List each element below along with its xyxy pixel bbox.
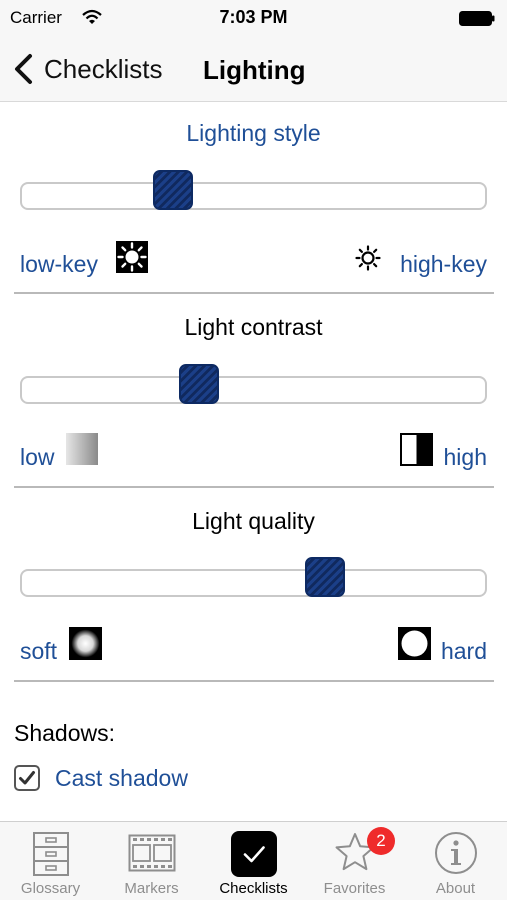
- tab-markers-label: Markers: [124, 880, 179, 897]
- lighting-style-slider-thumb[interactable]: [153, 170, 194, 210]
- lighting-style-low-label: low-key: [20, 251, 98, 277]
- tab-about-label: About: [435, 880, 476, 897]
- sun-outline-icon: [355, 245, 381, 271]
- page-title: Lighting: [203, 55, 306, 85]
- chevron-left-icon: [15, 54, 32, 84]
- light-quality-slider[interactable]: [20, 557, 487, 597]
- tab-glossary[interactable]: Glossary: [0, 822, 101, 900]
- tab-checklists-label: Checklists: [219, 880, 288, 897]
- gradient-low-contrast-icon: [66, 433, 98, 465]
- checkmark-icon: [230, 831, 277, 877]
- lighting-style-high-label: high-key: [400, 251, 487, 277]
- navigation-bar: Checklists Lighting: [0, 36, 507, 102]
- light-contrast-title: Light contrast: [184, 314, 323, 340]
- divider: [14, 292, 494, 294]
- lighting-style-title: Lighting style: [186, 120, 321, 146]
- shadows-heading: Shadows:: [14, 720, 116, 746]
- cabinet-icon: [32, 832, 69, 876]
- half-black-white-icon: [400, 433, 433, 466]
- tab-bar: Glossary Markers Checklists Favorites Ab…: [0, 821, 507, 900]
- soft-light-circle-icon: [69, 627, 102, 660]
- back-button-label: Checklists: [44, 53, 163, 84]
- status-bar: Carrier 7:03 PM: [0, 0, 507, 36]
- cast-shadow-checkbox[interactable]: [14, 765, 40, 791]
- light-contrast-high-label: high: [443, 444, 487, 470]
- light-quality-slider-thumb[interactable]: [305, 557, 346, 597]
- info-icon: [434, 832, 477, 874]
- light-contrast-low-label: low: [20, 444, 55, 470]
- divider: [14, 680, 494, 682]
- light-contrast-slider[interactable]: [20, 364, 487, 404]
- light-quality-title: Light quality: [192, 508, 315, 534]
- tab-glossary-label: Glossary: [20, 880, 81, 897]
- tab-markers[interactable]: Markers: [101, 822, 202, 900]
- back-button[interactable]: Checklists: [12, 52, 162, 86]
- status-time: 7:03 PM: [219, 7, 288, 27]
- tab-about[interactable]: About: [405, 822, 506, 900]
- film-strip-icon: [128, 834, 175, 872]
- light-quality-high-label: hard: [440, 638, 487, 664]
- hard-light-circle-icon: [398, 627, 431, 660]
- light-contrast-slider-thumb[interactable]: [178, 364, 219, 404]
- lighting-style-slider[interactable]: [20, 170, 487, 210]
- tab-checklists[interactable]: Checklists: [203, 822, 304, 900]
- divider: [14, 486, 494, 488]
- checkmark-icon: [19, 771, 35, 785]
- battery-icon: [459, 11, 495, 26]
- sun-inverted-icon: [116, 241, 148, 273]
- cast-shadow-label[interactable]: Cast shadow: [55, 765, 188, 792]
- light-quality-low-label: soft: [20, 638, 58, 664]
- favorites-badge: 2: [367, 827, 395, 855]
- tab-favorites-label: Favorites: [323, 880, 386, 897]
